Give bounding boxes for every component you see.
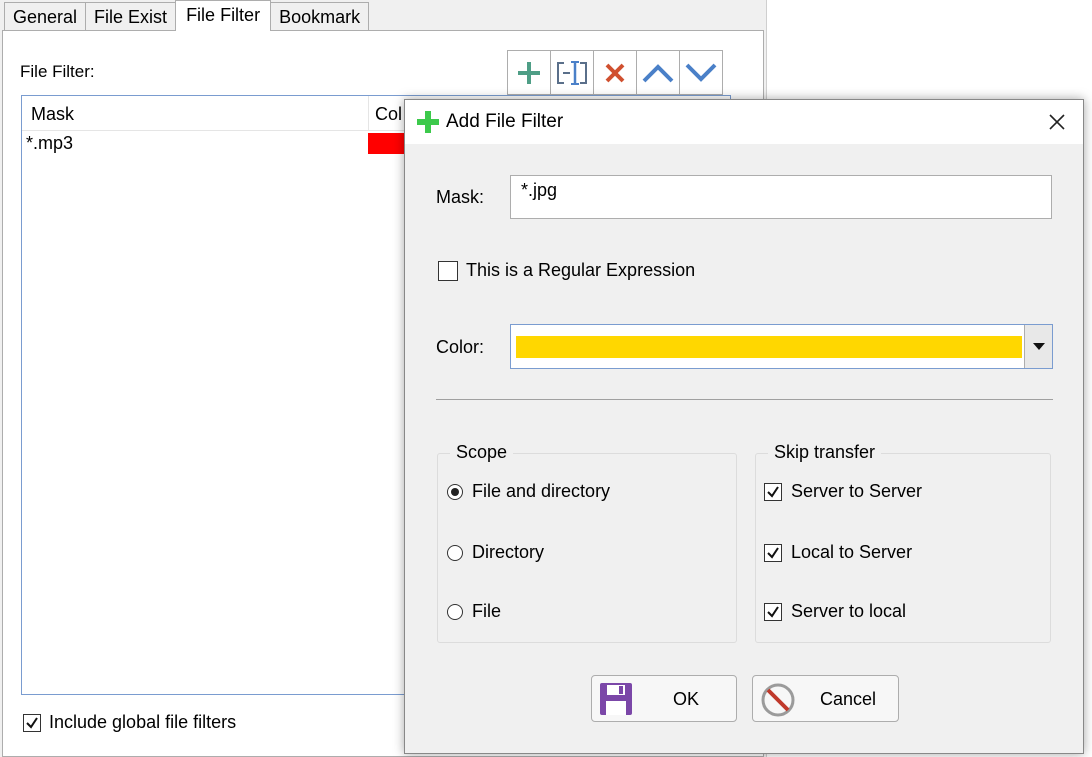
rename-icon [557,60,587,85]
regex-label: This is a Regular Expression [466,260,696,280]
radio-button[interactable] [447,483,463,500]
column-header-color[interactable]: Col [375,104,402,125]
checkmark-icon [767,485,779,498]
add-file-filter-dialog: Add File Filter Mask: This is a Regular … [404,99,1084,754]
cancel-label: Cancel [820,689,877,709]
move-up-button[interactable] [636,50,680,95]
add-filter-button[interactable] [507,50,551,95]
skip-checkbox[interactable] [764,482,782,501]
mask-label: Mask: [436,187,485,207]
option-label: Local to Server [791,542,913,562]
dropdown-button[interactable] [1024,325,1052,368]
column-header-mask[interactable]: Mask [31,104,74,125]
color-dropdown[interactable] [510,324,1053,369]
tab-file-filter[interactable]: File Filter [175,0,272,31]
scope-option-file[interactable]: File [447,601,501,622]
checkmark-icon [767,605,779,618]
regex-checkbox[interactable] [438,260,458,281]
divider [436,399,1053,400]
ok-button[interactable]: OK [591,675,737,722]
move-down-icon [685,63,717,82]
include-global-filters[interactable]: Include global file filters [23,712,236,733]
save-icon [600,683,632,715]
checkmark-icon [767,546,779,559]
skip-checkbox[interactable] [764,543,782,562]
delete-filter-button[interactable] [593,50,637,95]
skip-local-to-server[interactable]: Local to Server [764,542,912,563]
tab-bookmark[interactable]: Bookmark [270,2,370,30]
delete-icon [605,63,625,82]
column-separator[interactable] [368,96,369,130]
cancel-icon [761,683,795,717]
cancel-button[interactable]: Cancel [752,675,899,722]
tab-strip: General File Exist File Filter Bookmark [4,0,370,31]
option-label: Server to Server [791,481,923,501]
skip-checkbox[interactable] [764,602,782,621]
move-up-icon [642,63,674,82]
color-label: Color: [436,337,485,357]
tab-general[interactable]: General [4,2,87,30]
option-label: File and directory [472,481,611,501]
scope-option-directory[interactable]: Directory [447,542,544,563]
skip-server-to-server[interactable]: Server to Server [764,481,922,502]
filter-toolbar [507,50,723,95]
radio-button[interactable] [447,603,463,620]
ok-label: OK [673,689,700,709]
scope-option-file-and-directory[interactable]: File and directory [447,481,610,502]
scope-group-title: Scope [450,442,514,463]
skip-transfer-group-title: Skip transfer [768,442,882,463]
mask-input[interactable] [510,175,1052,219]
add-icon [417,111,439,133]
checkmark-icon [26,716,38,729]
selected-color-swatch [516,336,1022,358]
regex-option[interactable]: This is a Regular Expression [438,260,695,281]
row-mask-cell: *.mp3 [26,133,74,153]
move-down-button[interactable] [679,50,723,95]
dialog-title-bar: Add File Filter [405,100,1083,144]
dialog-title: Add File Filter [446,111,564,132]
option-label: Server to local [791,601,907,621]
add-icon [518,61,540,84]
option-label: File [472,601,502,621]
file-filter-label: File Filter: [20,62,95,81]
option-label: Directory [472,542,545,562]
skip-server-to-local[interactable]: Server to local [764,601,906,622]
tab-file-exist[interactable]: File Exist [85,2,177,30]
include-global-checkbox[interactable] [23,713,41,732]
radio-button[interactable] [447,544,463,561]
chevron-down-icon [1032,342,1045,350]
include-global-label: Include global file filters [49,712,237,732]
close-icon[interactable] [1047,112,1067,132]
rename-filter-button[interactable] [550,50,594,95]
